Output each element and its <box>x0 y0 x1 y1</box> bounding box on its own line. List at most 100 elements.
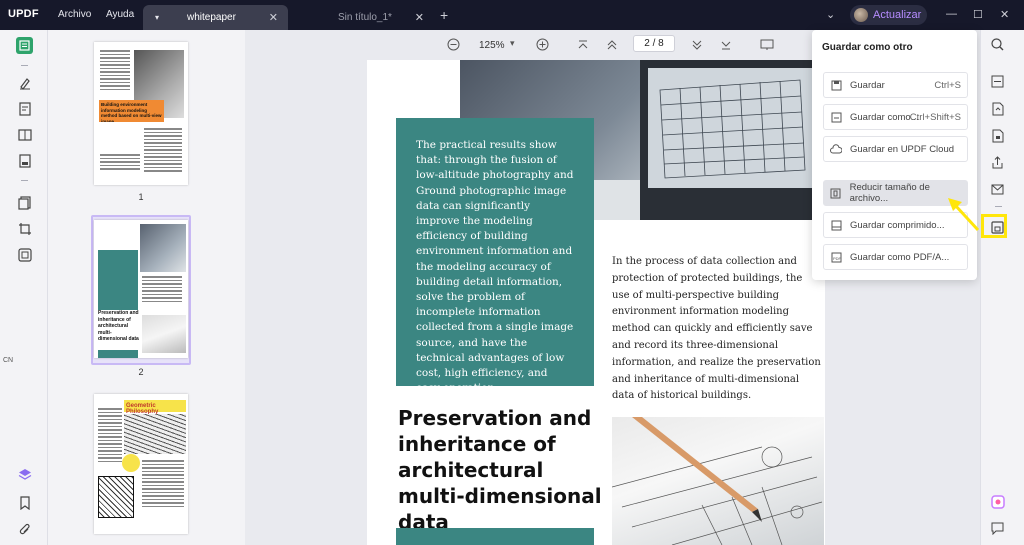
blueprint-photo <box>612 417 824 545</box>
thumb-teal-block <box>98 250 138 310</box>
svg-text:PDF: PDF <box>833 256 842 261</box>
share-icon[interactable] <box>989 154 1006 171</box>
upgrade-button[interactable]: Actualizar <box>850 5 928 25</box>
save-menu-item-guardar-como[interactable]: Guardar como... Ctrl+Shift+S <box>823 104 968 130</box>
thumb-photo <box>98 476 134 518</box>
zoom-in-icon[interactable] <box>536 38 549 56</box>
new-tab-plus-icon[interactable]: + <box>440 7 448 23</box>
comment-tool-icon[interactable] <box>16 74 33 91</box>
upgrade-label: Actualizar <box>873 9 922 21</box>
tab-label: Sin título_1* <box>338 12 392 23</box>
thumb-title-block: Geometric Philosophy <box>124 400 186 415</box>
first-page-icon[interactable] <box>577 38 589 56</box>
email-icon[interactable] <box>989 181 1006 198</box>
page-thumbnail-1[interactable]: Building environment information modelin… <box>94 42 188 185</box>
reader-mode-icon[interactable] <box>16 37 33 54</box>
page-thumbnail-2[interactable]: Preservation and inheritance of architec… <box>94 220 188 358</box>
page-total: 8 <box>658 38 664 49</box>
next-page-icon[interactable] <box>691 38 703 56</box>
page-thumbnail-3[interactable]: Geometric Philosophy <box>94 394 188 534</box>
last-page-icon[interactable] <box>720 38 732 56</box>
organize-pages-icon[interactable] <box>16 126 33 143</box>
cloud-icon <box>830 143 842 155</box>
thumb-text-lines <box>98 408 122 464</box>
thumb-text-lines <box>144 128 182 174</box>
ai-assistant-icon[interactable] <box>989 493 1006 510</box>
presentation-icon[interactable] <box>760 38 774 56</box>
thumb-text-lines <box>142 276 182 304</box>
save-menu-item-guardar[interactable]: Guardar Ctrl+S <box>823 72 968 98</box>
teal-bottom-block <box>396 528 594 545</box>
compress-icon <box>830 219 842 231</box>
save-icon <box>830 79 842 91</box>
left-tool-rail <box>0 30 48 545</box>
thumb-photo <box>124 414 186 454</box>
chevron-down-icon[interactable]: ⌄ <box>826 8 835 21</box>
save-menu-label: Guardar comprimido... <box>850 219 945 231</box>
page-number-2: 2 <box>138 367 144 377</box>
zoom-level[interactable]: 125% <box>479 40 505 51</box>
body-paragraph: In the process of data collection and pr… <box>612 256 821 402</box>
page-number-1: 1 <box>138 192 144 202</box>
form-tool-icon[interactable] <box>16 152 33 169</box>
tab-whitepaper[interactable]: ▾ whitepaper ✕ <box>143 5 288 30</box>
reduce-size-icon <box>830 187 842 199</box>
maximize-icon[interactable]: ☐ <box>973 8 983 21</box>
teal-paragraph: The practical results show that: through… <box>416 139 574 395</box>
divider <box>21 65 28 66</box>
save-menu-label: Guardar en UPDF Cloud <box>850 143 955 155</box>
arrow-annotation-icon <box>948 198 980 232</box>
menu-ayuda[interactable]: Ayuda <box>106 9 134 20</box>
bookmark-icon[interactable] <box>16 494 33 511</box>
convert-icon[interactable] <box>989 100 1006 117</box>
save-menu-item-cloud[interactable]: Guardar en UPDF Cloud <box>823 136 968 162</box>
teal-text-block: The practical results show that: through… <box>396 118 594 394</box>
crop-tool-icon[interactable] <box>16 220 33 237</box>
thumb-title-block: Building environment information modelin… <box>99 100 164 122</box>
previous-page-icon[interactable] <box>606 38 618 56</box>
save-as-icon <box>830 111 842 123</box>
close-window-icon[interactable]: ✕ <box>1000 8 1009 21</box>
ocr-tool-icon[interactable] <box>16 246 33 263</box>
pages-tool-icon[interactable] <box>16 194 33 211</box>
language-indicator[interactable]: CN <box>3 357 13 364</box>
thumb-photo <box>140 224 186 272</box>
search-icon[interactable] <box>989 36 1006 53</box>
tab-label: whitepaper <box>187 12 236 23</box>
save-menu-label: Guardar como... <box>850 111 919 123</box>
page-separator: / <box>652 38 656 49</box>
zoom-out-icon[interactable] <box>447 38 460 56</box>
highlight-annotation-box <box>981 214 1007 238</box>
tab-sin-titulo[interactable]: Sin título_1* ✕ <box>300 5 430 30</box>
protect-icon[interactable] <box>989 127 1006 144</box>
attachment-icon[interactable] <box>16 521 33 538</box>
zoom-dropdown-icon[interactable]: ▾ <box>510 38 515 49</box>
thumb-photo <box>142 315 186 353</box>
layers-icon[interactable] <box>16 466 33 483</box>
thumb-teal-block <box>98 350 138 358</box>
divider <box>995 206 1002 207</box>
divider <box>21 180 28 181</box>
minimize-icon[interactable]: — <box>946 8 957 20</box>
chat-icon[interactable] <box>989 520 1006 537</box>
thumb-text-lines <box>100 154 140 172</box>
page-number-input[interactable]: 2 / 8 <box>633 35 675 52</box>
app-logo[interactable]: UPDF <box>8 8 39 20</box>
close-tab-icon[interactable]: ✕ <box>269 11 278 24</box>
thumbnail-panel: Building environment information modelin… <box>48 30 245 545</box>
avatar[interactable] <box>854 8 868 22</box>
menu-archivo[interactable]: Archivo <box>58 9 91 20</box>
close-tab-icon[interactable]: ✕ <box>415 11 424 24</box>
page-current: 2 <box>644 38 650 49</box>
ocr-icon[interactable] <box>989 73 1006 90</box>
save-menu-label: Guardar como PDF/A... <box>850 251 950 263</box>
edit-pdf-icon[interactable] <box>16 100 33 117</box>
save-menu-item-pdfa[interactable]: PDF Guardar como PDF/A... <box>823 244 968 270</box>
tab-dropdown-icon[interactable]: ▾ <box>155 13 159 22</box>
thumb-text-lines <box>100 50 130 92</box>
pdfa-icon: PDF <box>830 251 842 263</box>
save-menu-label: Guardar <box>850 79 885 91</box>
save-as-menu: Guardar como otro Guardar Ctrl+S Guardar… <box>812 30 977 280</box>
thumb-heading: Preservation and inheritance of architec… <box>98 310 139 342</box>
shortcut-label: Ctrl+S <box>934 79 961 91</box>
